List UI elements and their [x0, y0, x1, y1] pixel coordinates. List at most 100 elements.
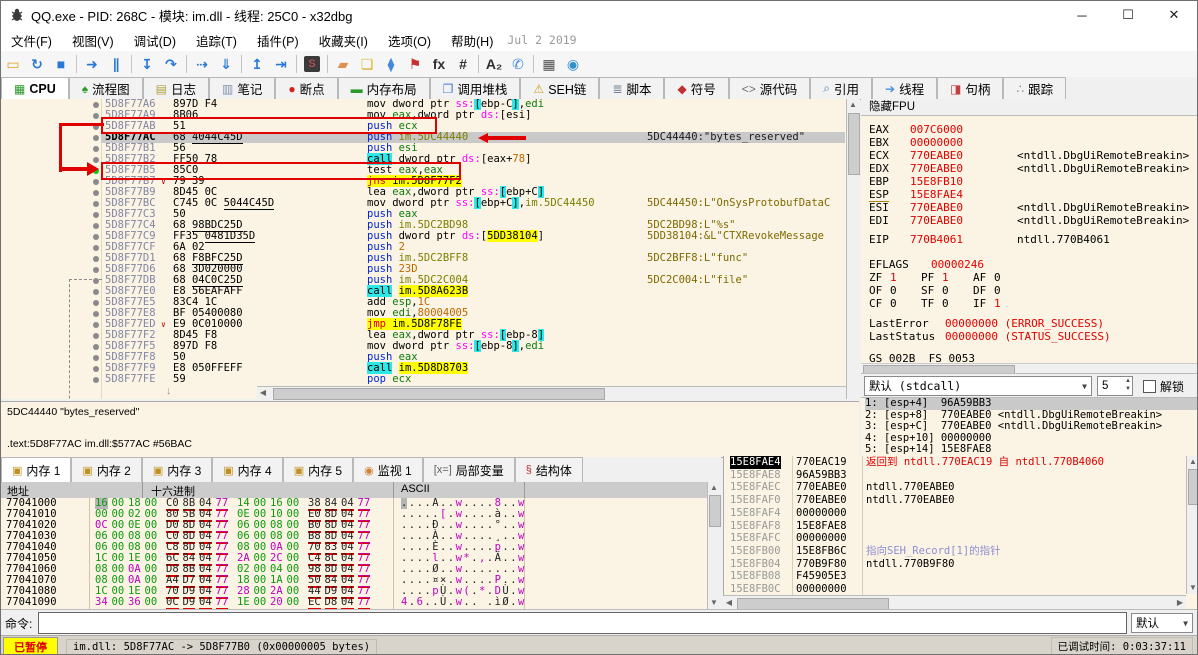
row-dot[interactable] — [93, 211, 99, 218]
dump-vscrollbar[interactable]: ▲ ▼ — [707, 482, 721, 609]
tab-结构体[interactable]: § 结构体 — [514, 457, 583, 482]
row-dot[interactable] — [93, 244, 99, 251]
close-button[interactable]: ✕ — [1151, 1, 1197, 29]
stack-row[interactable]: 15E8FB08 F45905E3 — [724, 570, 1197, 583]
calculator-icon[interactable]: ▦ — [537, 53, 561, 75]
stack-vscrollbar[interactable]: ▲ ▼ — [1186, 456, 1197, 594]
run-until-icon[interactable]: ⇢ — [190, 53, 214, 75]
stack-row[interactable]: 15E8FB0C 00000000 — [724, 583, 1197, 596]
command-history-select[interactable]: 默认 ▼ — [1131, 613, 1193, 633]
tab-内存1[interactable]: ▣ 内存 1 — [1, 457, 72, 482]
labels-icon[interactable]: ⧫ — [379, 53, 403, 75]
tab-局部变量[interactable]: [x=] 局部变量 — [422, 457, 515, 482]
row-dot[interactable] — [93, 266, 99, 273]
tab-流程图[interactable]: ♠ 流程图 — [68, 77, 143, 99]
tab-内存布局[interactable]: ▬ 内存布局 — [337, 77, 430, 99]
disasm-vscrollbar[interactable]: ▲ — [846, 99, 860, 399]
tab-日志[interactable]: ▤ 日志 — [142, 77, 209, 99]
argument-row[interactable]: 5: [esp+14] 15E8FAE8 — [865, 443, 1197, 456]
run-user-code-icon[interactable]: ⇥ — [269, 53, 293, 75]
tab-脚本[interactable]: ≣ 脚本 — [599, 77, 665, 99]
tab-句柄[interactable]: ◨ 句柄 — [937, 77, 1004, 99]
tab-内存2[interactable]: ▣ 内存 2 — [71, 457, 142, 482]
menu-item-V[interactable]: 视图(V) — [62, 29, 124, 52]
menu-item-P[interactable]: 插件(P) — [247, 29, 309, 52]
row-dot[interactable] — [93, 178, 99, 185]
tab-内存5[interactable]: ▣ 内存 5 — [282, 457, 354, 482]
stack-row[interactable]: 15E8FAE4 770EAC19 返回到 ntdll.770EAC19 自 ntd… — [724, 456, 1197, 469]
dump-col-ascii[interactable]: ASCII — [401, 483, 430, 495]
stepper-arrows-icon[interactable]: ▲ ▼ — [1125, 377, 1131, 393]
tab-内存4[interactable]: ▣ 内存 4 — [212, 457, 283, 482]
stack-hscrollbar[interactable]: ◀ ▶ — [723, 595, 1186, 610]
row-dot[interactable] — [93, 222, 99, 229]
unlock-checkbox[interactable] — [1143, 379, 1156, 393]
disasm-row[interactable]: 5D8F77FE 59 pop ecx — [1, 374, 859, 385]
stack-row[interactable]: 15E8FAF4 00000000 — [724, 507, 1197, 520]
row-dot[interactable] — [93, 200, 99, 207]
patch-icon[interactable]: ▰ — [331, 53, 355, 75]
tab-CPU[interactable]: ▦ CPU — [1, 77, 69, 99]
row-dot[interactable] — [93, 233, 99, 240]
command-input[interactable] — [38, 612, 1127, 634]
tab-引用[interactable]: ⌕ 引用 — [810, 77, 872, 99]
stack-row[interactable]: 15E8FB00 15E8FB6C 指向SEH_Record[1]的指针 — [724, 545, 1197, 558]
row-dot[interactable] — [93, 101, 99, 108]
tab-源代码[interactable]: <> 源代码 — [728, 77, 811, 99]
tab-内存3[interactable]: ▣ 内存 3 — [141, 457, 213, 482]
hide-fpu-button[interactable]: 隐藏FPU — [861, 99, 1197, 116]
stack-row[interactable]: 15E8FAFC 00000000 — [724, 532, 1197, 545]
open-folder-icon[interactable]: ▭ — [1, 53, 25, 75]
tab-线程[interactable]: ➔ 线程 — [872, 77, 938, 99]
step-into-icon[interactable]: ↧ — [135, 53, 159, 75]
dump-col-hex[interactable]: 十六进制 — [151, 483, 195, 499]
tab-调用堆栈[interactable]: ❐ 调用堆栈 — [429, 77, 521, 99]
menu-item-F[interactable]: 文件(F) — [1, 29, 62, 52]
row-dot[interactable] — [93, 255, 99, 262]
tab-符号[interactable]: ◆ 符号 — [664, 77, 729, 99]
bookmarks-icon[interactable]: ⚑ — [403, 53, 427, 75]
run-icon[interactable]: ➜ — [80, 53, 104, 75]
tab-笔记[interactable]: ▥ 笔记 — [209, 77, 276, 99]
menu-item-D[interactable]: 调试(D) — [124, 29, 186, 52]
disasm-hscrollbar[interactable]: ◀ — [257, 386, 847, 400]
argument-row[interactable]: 3: [esp+C] 770EABE0 <ntdll.DbgUiRemoteBr… — [865, 420, 1197, 433]
arg-count-stepper[interactable]: 5 ▲ ▼ — [1097, 376, 1133, 396]
step-over-icon[interactable]: ↷ — [159, 53, 183, 75]
calling-convention-select[interactable]: 默认 (stdcall) ▼ — [864, 376, 1092, 396]
attach-icon[interactable]: ✆ — [506, 53, 530, 75]
comments-icon[interactable]: ❏ — [355, 53, 379, 75]
tab-断点[interactable]: ● 断点 — [275, 77, 338, 99]
tab-跟踪[interactable]: ∴ 跟踪 — [1003, 77, 1067, 99]
restart-icon[interactable]: ↻ — [25, 53, 49, 75]
stack-row[interactable]: 15E8FB04 770B9F80 ntdll.770B9F80 — [724, 558, 1197, 571]
step-out-icon[interactable]: ⇓ — [214, 53, 238, 75]
stack-row[interactable]: 15E8FAF8 15E8FAE8 — [724, 520, 1197, 533]
internet-icon[interactable]: ◉ — [561, 53, 585, 75]
s-badge-icon[interactable]: S — [300, 53, 324, 75]
tab-SEH链[interactable]: ⚠ SEH链 — [520, 77, 600, 99]
dump-row[interactable]: 77041090 34 4 00. 36 6 00. 0C. D9 Ù 04. 77 w 1E. 00. 20… — [1, 597, 721, 609]
menu-item-O[interactable]: 选项(O) — [378, 29, 441, 52]
tab-监视1[interactable]: ◉ 监视 1 — [353, 457, 423, 482]
stack-row[interactable]: 15E8FAE8 96A59BB3 — [724, 469, 1197, 482]
disassembly-pane[interactable]: 5D8F77A6 897D F4 mov dword ptr ss:[ebp-C],… — [1, 99, 860, 399]
argument-row[interactable]: 1: [esp+4] 96A59BB3 — [865, 398, 1197, 410]
menu-item-T[interactable]: 追踪(T) — [186, 29, 247, 52]
row-dot[interactable] — [93, 112, 99, 119]
hash-icon[interactable]: # — [451, 53, 475, 75]
stack-row[interactable]: 15E8FAEC 770EABE0 ntdll.770EABE0 — [724, 481, 1197, 494]
row-dot[interactable] — [93, 189, 99, 196]
dump-col-address[interactable]: 地址 — [7, 483, 29, 499]
memory-dump-pane[interactable]: 77041000 16. 00. 18. 00. C0 À 8B. 04. 77 w 14. 00. 16… — [1, 498, 721, 610]
menu-item-I[interactable]: 收藏夹(I) — [309, 29, 378, 52]
stack-row[interactable]: 15E8FAF0 770EABE0 ntdll.770EABE0 — [724, 494, 1197, 507]
pause-icon[interactable]: ∥ — [104, 53, 128, 75]
menu-item-H[interactable]: 帮助(H) — [441, 29, 503, 52]
strings-icon[interactable]: A₂ — [482, 53, 506, 75]
arguments-pane[interactable]: 1: [esp+4] 96A59BB3 2: [esp+8] 770EABE0 <… — [861, 397, 1197, 457]
registers-pane[interactable]: 隐藏FPU EAX 007C6000 EBX 00000000 ECX 770EABE0 <… — [861, 99, 1197, 399]
stop-icon[interactable]: ■ — [49, 53, 73, 75]
function-icon[interactable]: fx — [427, 53, 451, 75]
minimize-button[interactable]: ─ — [1059, 1, 1105, 29]
